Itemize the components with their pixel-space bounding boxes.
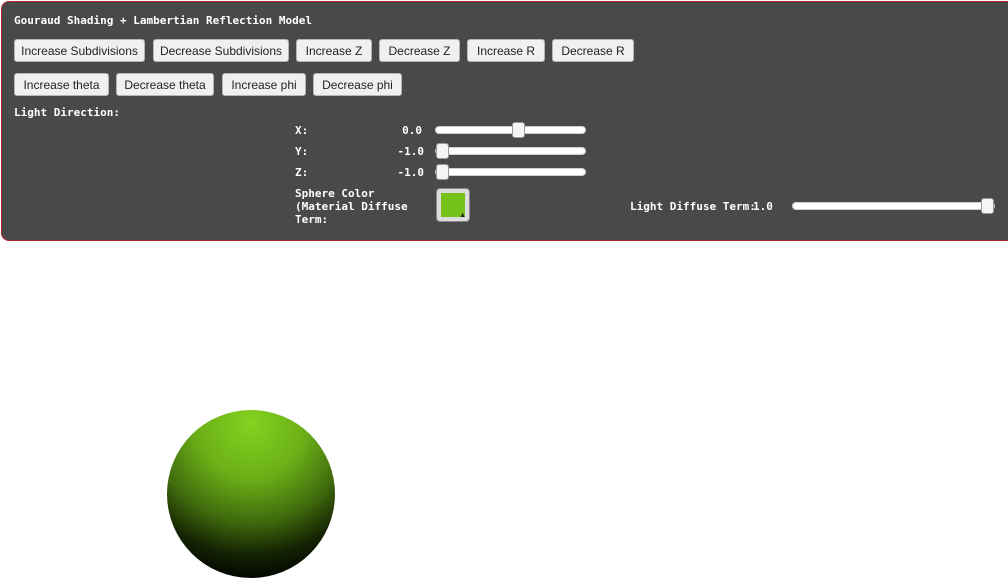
light-y-slider[interactable] [435,143,586,159]
light-direction-heading: Light Direction: [14,106,120,119]
sphere-body [167,410,335,578]
light-z-slider-thumb[interactable] [436,164,449,180]
decrease-subdivisions-button[interactable]: Decrease Subdivisions [153,39,289,62]
control-panel: Gouraud Shading + Lambertian Reflection … [1,1,1008,241]
light-y-label: Y: [295,145,309,158]
light-z-value: -1.0 [397,166,425,179]
decrease-phi-button[interactable]: Decrease phi [313,73,402,96]
sphere-color-label-line: (Material Diffuse [295,200,408,213]
increase-phi-button[interactable]: Increase phi [222,73,306,96]
light-diffuse-value: 1.0 [753,200,773,213]
light-z-slider[interactable] [435,164,586,180]
increase-z-button[interactable]: Increase Z [296,39,372,62]
light-diffuse-slider[interactable] [792,198,995,214]
picker-arrow-icon: ▲ [459,212,466,219]
light-z-label: Z: [295,166,309,179]
increase-theta-button[interactable]: Increase theta [14,73,109,96]
sphere-color-label: Sphere Color (Material Diffuse Term: [295,187,408,226]
light-y-value: -1.0 [397,145,425,158]
page-title: Gouraud Shading + Lambertian Reflection … [14,14,313,27]
increase-subdivisions-button[interactable]: Increase Subdivisions [14,39,145,62]
sphere-color-label-line: Term: [295,213,329,226]
increase-r-button[interactable]: Increase R [467,39,545,62]
sphere-color-picker[interactable]: ▲ [436,188,470,222]
shaded-sphere [167,410,335,578]
sphere-color-label-line: Sphere Color [295,187,375,200]
light-diffuse-slider-thumb[interactable] [981,198,994,214]
light-x-value: 0.0 [402,124,422,137]
light-x-slider[interactable] [435,122,586,138]
light-diffuse-label: Light Diffuse Term: [630,200,756,213]
light-y-slider-thumb[interactable] [436,143,449,159]
decrease-z-button[interactable]: Decrease Z [379,39,460,62]
decrease-r-button[interactable]: Decrease R [552,39,634,62]
decrease-theta-button[interactable]: Decrease theta [116,73,214,96]
light-x-label: X: [295,124,309,137]
light-x-slider-thumb[interactable] [511,122,525,138]
